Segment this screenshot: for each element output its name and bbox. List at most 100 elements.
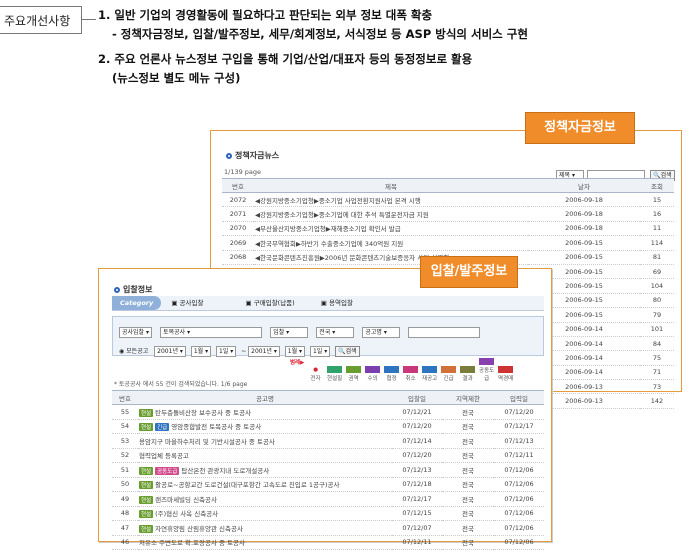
cell-views: 84 [640,336,674,352]
notice-title[interactable]: 자연휴양림 산림휴양관 신축공사 [155,525,243,533]
cell-no: 48 [112,506,138,521]
cell-bid: 07/12/13 [392,462,442,478]
cell-title[interactable]: 협력업체 등록공고 [138,448,392,463]
cell-title[interactable]: 저유소 주변도로 확.포장공사 중 토공사 [138,535,392,550]
notice-title[interactable]: 영암종합발전 토목공사 중 토공사 [171,423,261,431]
col-title: 제목 [254,178,528,193]
legend-label: 협정 [386,376,397,382]
notice-title[interactable]: 랜즈마세빌딩 신축공사 [155,496,217,504]
table-row[interactable]: 53 용암지구 마을하수처리 및 기반시설공사 중 토공사 07/12/14 전국 07… [112,433,544,449]
col-views: 조회 [640,178,674,193]
legend-item: 역경매 [496,366,515,382]
cell-date: 2006-09-18 [528,221,640,237]
notice-title[interactable]: 활공로~공항교간 도로건설(대구포항간 고속도로 진입로 1공구)공사 [155,481,339,489]
cell-no: 54 [112,419,138,434]
table-row[interactable]: 47 현설 자연휴양림 산림휴양관 신축공사 07/12/07 전국 07/12/06 [112,520,544,536]
cell-title[interactable]: ◀강원지방중소기업청▶중소기업에 대한 추석 특별운전자금 지원 [254,206,528,222]
cell-region: 전국 [442,535,494,550]
bullet-2: 2. 주요 언론사 뉴스정보 구입을 통해 기업/산업/대표자 등의 동정정보로… [98,52,473,66]
section-label: 주요개선사항 [0,6,82,34]
legend-label: 역경매 [498,376,514,382]
table-row[interactable]: 48 현설 (주)협신 사옥 신축공사 07/12/15 전국 07/12/06 [112,506,544,521]
month-to[interactable]: 1월 ▾ [284,346,306,357]
table-row[interactable]: 49 현설 랜즈마세빌딩 신축공사 07/12/17 전국 07/12/06 [112,491,544,507]
cell-region: 전국 [442,433,494,449]
region-select[interactable]: 전국 ▾ [316,327,355,338]
table-row[interactable]: 46 저유소 주변도로 확.포장공사 중 토공사 07/12/11 전국 07/12/0… [112,535,544,550]
cell-title[interactable]: 현설 랜즈마세빌딩 신축공사 [138,491,392,507]
legend-label: 공동도급 [479,368,495,382]
notice-title[interactable]: 탑산온천 관광지내 도로개설공사 [181,467,269,475]
day-from[interactable]: 1일 ▾ [216,346,237,357]
mode-select[interactable]: 입찰 ▾ [270,327,309,338]
bullet-2-sub: (뉴스정보 별도 메뉴 구성) [112,71,241,85]
legend: 범례▶ ● 전자 현설필 권역 수의 협정 취소 재공고 긴급 결과 공동도급 역경매 [290,358,515,382]
cell-title[interactable]: 현설 긴급 영암종합발전 토목공사 중 토공사 [138,419,392,434]
bid-table: 번호 공고명 입찰일 지역제한 입력일 55 현설 탄두층돌비산장 보수공사 중 토… [112,390,544,550]
cell-region: 전국 [442,506,494,521]
status-badge: 공동도급 [155,466,180,475]
cell-title[interactable]: 현설 공동도급 탑산온천 관광지내 도로개설공사 [138,462,392,478]
legend-label: 취소 [405,376,416,382]
month-from[interactable]: 1월 ▾ [190,346,212,357]
legend-label: 결과 [462,376,473,382]
cell-no: 51 [112,462,138,478]
table-row[interactable]: 2071 ◀강원지방중소기업청▶중소기업에 대한 추석 특별운전자금 지원 2006… [222,206,674,222]
tab-service[interactable]: ▣ 용역입찰 [321,299,353,307]
legend-swatch-icon [346,366,362,373]
circle-bullet-icon [226,152,232,159]
cell-reg: 07/12/11 [494,448,544,463]
cell-title[interactable]: ◀부산울산지방중소기업청▶재해중소기업 확인서 발급 [254,221,528,237]
cell-title[interactable]: 현설 (주)협신 사옥 신축공사 [138,506,392,521]
policy-page-info: 1/139 page [224,168,262,176]
range-sep: ~ [241,348,247,355]
notice-title[interactable]: 탄두층돌비산장 보수공사 중 토공사 [155,409,251,417]
table-row[interactable]: 2069 ◀한국무역협회▶하반기 수출중소기업에 340억원 지원 2006-09-… [222,235,674,251]
notice-title[interactable]: 용암지구 마을하수처리 및 기반시설공사 중 토공사 [139,438,275,446]
cell-bid: 07/12/20 [392,448,442,463]
cell-title[interactable]: 현설 활공로~공항교간 도로건설(대구포항간 고속도로 진입로 1공구)공사 [138,477,392,492]
cell-reg: 07/12/06 [494,535,544,550]
cell-reg: 07/12/06 [494,506,544,521]
legend-swatch-icon [441,366,457,373]
notice-title[interactable]: 협력업체 등록공고 [139,452,189,460]
bullet-1-sub: - 정책자금정보, 입찰/발주정보, 세무/회계정보, 서식정보 등 ASP 방… [112,27,528,41]
legend-label: 재공고 [422,376,438,382]
cell-title[interactable]: ◀강원지방중소기업청▶중소기업 사업전환지원사업 본격 시행 [254,192,528,208]
cell-region: 전국 [442,477,494,492]
cell-title[interactable]: 현설 탄두층돌비산장 보수공사 중 토공사 [138,404,392,420]
status-badge: 현설 [139,524,154,533]
table-row[interactable]: 2070 ◀부산울산지방중소기업청▶재해중소기업 확인서 발급 2006-09-18… [222,221,674,237]
notice-title[interactable]: (주)협신 사옥 신축공사 [155,510,218,518]
table-row[interactable]: 52 협력업체 등록공고 07/12/20 전국 07/12/11 [112,448,544,463]
cell-region: 전국 [442,520,494,536]
table-row[interactable]: 50 현설 활공로~공항교간 도로건설(대구포항간 고속도로 진입로 1공구)공사 0… [112,477,544,492]
all-notice-radio[interactable]: ◉ 모든공고 [119,348,148,355]
cell-title[interactable]: ◀한국무역협회▶하반기 수출중소기업에 340억원 지원 [254,235,528,251]
bid-search-button[interactable]: 🔍검색 [335,346,360,357]
table-row[interactable]: 54 현설 긴급 영암종합발전 토목공사 중 토공사 07/12/20 전국 07/12/1… [112,419,544,434]
day-to[interactable]: 1일 ▾ [309,346,331,357]
cell-title[interactable]: 현설 자연휴양림 산림휴양관 신축공사 [138,520,392,536]
cell-bid: 07/12/11 [392,535,442,550]
year-to[interactable]: 2001년 ▾ [248,346,280,357]
result-info: * 토공공사 에서 55 건이 검색되었습니다. 1/6 page [114,381,248,388]
table-row[interactable]: 2072 ◀강원지방중소기업청▶중소기업 사업전환지원사업 본격 시행 2006-0… [222,192,674,208]
keyword-input[interactable] [408,327,481,338]
legend-label: 전자 [310,376,321,382]
table-row[interactable]: 55 현설 탄두층돌비산장 보수공사 중 토공사 07/12/21 전국 07/12/20 [112,404,544,420]
year-from[interactable]: 2001년 ▾ [154,346,186,357]
kind-select[interactable]: 공고명 ▾ [362,327,401,338]
col-date: 날자 [528,178,640,193]
legend-item: ● 전자 [306,367,325,382]
tab-construction[interactable]: ▣ 공사입찰 [171,299,203,307]
notice-title[interactable]: 저유소 주변도로 확.포장공사 중 토공사 [139,539,245,547]
cell-title[interactable]: 용암지구 마을하수처리 및 기반시설공사 중 토공사 [138,433,392,449]
legend-swatch-icon [498,366,514,373]
cell-region: 전국 [442,419,494,434]
tab-purchase[interactable]: ▣ 구매입찰(납품) [246,299,295,307]
cell-region: 전국 [442,448,494,463]
subtype-select[interactable]: 토목공사 ▾ [160,327,263,338]
type-select[interactable]: 공사입찰 ▾ [119,327,153,338]
table-row[interactable]: 51 현설 공동도급 탑산온천 관광지내 도로개설공사 07/12/13 전국 07/12/… [112,462,544,478]
